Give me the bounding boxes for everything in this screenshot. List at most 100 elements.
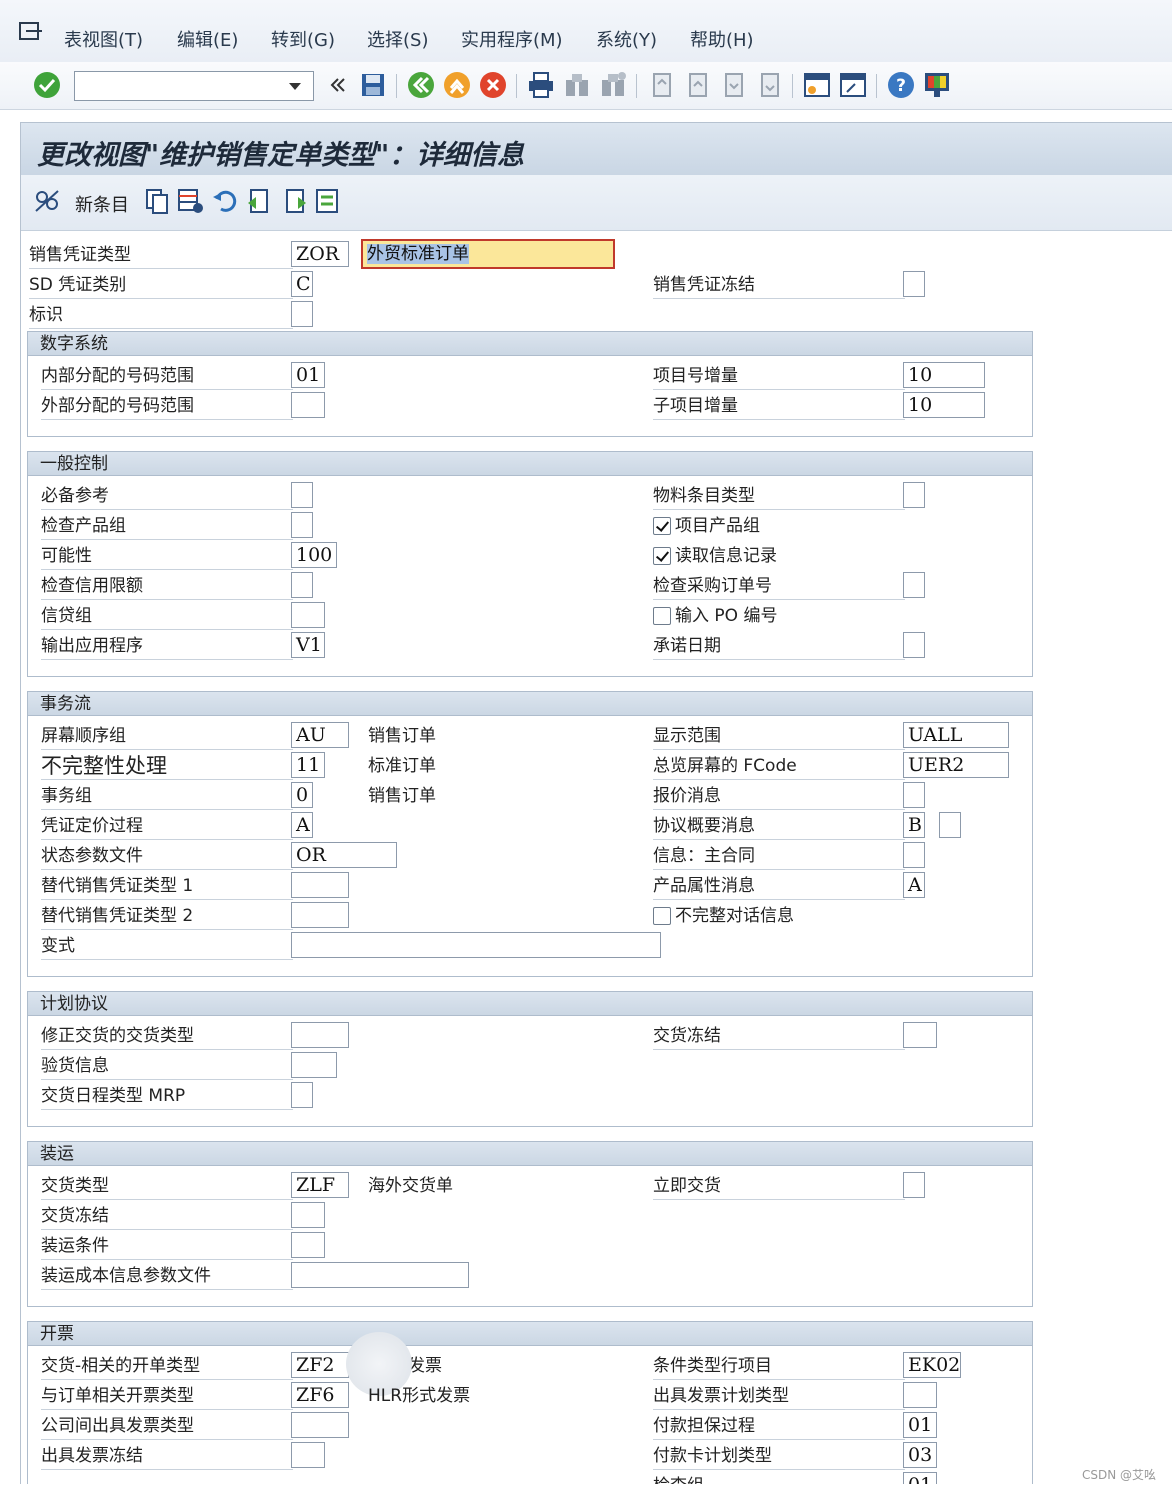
cancel-icon[interactable]	[478, 70, 508, 100]
prev-entry-icon[interactable]	[245, 187, 273, 215]
alt-doc-type-2-field[interactable]	[291, 902, 349, 928]
chevron-down-icon[interactable]	[289, 83, 301, 90]
info-record-checkbox[interactable]	[653, 547, 671, 565]
menu-table-view[interactable]: 表视图(T)	[64, 26, 143, 52]
delete-icon[interactable]	[177, 187, 205, 215]
save-icon[interactable]	[358, 70, 388, 100]
doc-type-field[interactable]: ZOR	[291, 241, 349, 267]
shipping-title: 装运	[28, 1142, 1032, 1166]
immediate-delivery-field[interactable]	[903, 1172, 925, 1198]
status-profile-field[interactable]: OR	[291, 842, 397, 868]
menu-utilities[interactable]: 实用程序(M)	[461, 26, 563, 52]
check-icon[interactable]	[32, 70, 62, 100]
general-control-title: 一般控制	[28, 452, 1032, 476]
help-icon[interactable]: ?	[886, 70, 916, 100]
master-contract-field[interactable]	[903, 842, 925, 868]
alt-doc-type-1-field[interactable]	[291, 872, 349, 898]
print-icon[interactable]	[526, 70, 556, 100]
find-next-icon[interactable]	[598, 70, 628, 100]
delivery-billing-type-field[interactable]: ZF2	[291, 1352, 349, 1378]
item-division-checkbox[interactable]	[653, 517, 671, 535]
inspection-info-field[interactable]	[291, 1052, 337, 1078]
screen-sequence-desc: 销售订单	[368, 726, 436, 746]
pricing-procedure-field[interactable]: A	[291, 812, 313, 838]
internal-range-field[interactable]: 01	[291, 362, 325, 388]
order-billing-type-field[interactable]: ZF6	[291, 1382, 349, 1408]
fcode-field[interactable]: UER2	[903, 752, 1009, 778]
screen-sequence-field[interactable]: AU	[291, 722, 349, 748]
billing-block-field[interactable]	[291, 1442, 325, 1468]
menu-icon[interactable]	[18, 20, 44, 44]
exit-icon[interactable]	[442, 70, 472, 100]
reference-mandatory-field[interactable]	[291, 482, 313, 508]
select-all-icon[interactable]	[313, 187, 341, 215]
new-session-icon[interactable]	[802, 70, 832, 100]
copy-icon[interactable]	[143, 187, 171, 215]
item-increment-field[interactable]: 10	[903, 362, 985, 388]
sd-category-field[interactable]: C	[291, 271, 313, 297]
output-app-field[interactable]: V1	[291, 632, 325, 658]
indicator-field[interactable]	[291, 301, 313, 327]
outline-msg-field-2[interactable]	[939, 812, 961, 838]
check-group-field[interactable]: 01	[903, 1472, 937, 1484]
billing-plan-type-field[interactable]	[903, 1382, 937, 1408]
doc-type-desc-text: 外贸标准订单	[367, 244, 469, 264]
payment-guarantee-field[interactable]: 01	[903, 1412, 937, 1438]
undo-icon[interactable]	[211, 187, 239, 215]
shipping-conditions-field[interactable]	[291, 1232, 325, 1258]
commit-date-field[interactable]	[903, 632, 925, 658]
command-field[interactable]	[74, 71, 314, 101]
prev-page-icon[interactable]	[682, 70, 712, 100]
condition-type-field[interactable]: EK02	[903, 1352, 961, 1378]
material-entry-type-field[interactable]	[903, 482, 925, 508]
variant-field[interactable]	[291, 932, 661, 958]
product-attr-msg-field[interactable]: A	[903, 872, 925, 898]
correction-delivery-type-field[interactable]	[291, 1022, 349, 1048]
check-po-field[interactable]	[903, 572, 925, 598]
standard-toolbar: ?	[0, 62, 1172, 110]
transaction-group-label: 事务组	[41, 782, 293, 810]
doc-type-desc-field[interactable]: 外贸标准订单	[361, 239, 615, 269]
find-icon[interactable]	[562, 70, 592, 100]
doc-block-field[interactable]	[903, 271, 925, 297]
menu-selection[interactable]: 选择(S)	[367, 26, 428, 52]
intercompany-billing-type-field[interactable]	[291, 1412, 349, 1438]
menu-goto[interactable]: 转到(G)	[271, 26, 335, 52]
quotation-msg-field[interactable]	[903, 782, 925, 808]
transaction-group-field[interactable]: 0	[291, 782, 313, 808]
first-page-icon[interactable]	[646, 70, 676, 100]
menu-edit[interactable]: 编辑(E)	[177, 26, 238, 52]
delivery-type-field[interactable]: ZLF	[291, 1172, 349, 1198]
check-division-field[interactable]	[291, 512, 313, 538]
credit-group-field[interactable]	[291, 602, 325, 628]
incomplete-dialog-checkbox[interactable]	[653, 907, 671, 925]
shipment-cost-profile-field[interactable]	[291, 1262, 469, 1288]
last-page-icon[interactable]	[754, 70, 784, 100]
delivery-block-field[interactable]	[903, 1022, 937, 1048]
outline-msg-field[interactable]: B	[903, 812, 925, 838]
probability-field[interactable]: 100	[291, 542, 337, 568]
subitem-increment-field[interactable]: 10	[903, 392, 985, 418]
menu-help[interactable]: 帮助(H)	[690, 26, 754, 52]
enter-po-checkbox[interactable]	[653, 607, 671, 625]
back-icon[interactable]	[406, 70, 436, 100]
external-range-field[interactable]	[291, 392, 325, 418]
new-entries-button[interactable]: 新条目	[75, 191, 129, 217]
next-page-icon[interactable]	[718, 70, 748, 100]
mrp-schedule-type-field[interactable]	[291, 1082, 313, 1108]
display-change-icon[interactable]	[33, 187, 61, 215]
next-entry-icon[interactable]	[281, 187, 309, 215]
menu-system[interactable]: 系统(Y)	[596, 26, 657, 52]
billing-group: 开票 交货-相关的开单类型 ZF2 发票 与订单相关开票类型 ZF6 HLR形式…	[27, 1321, 1033, 1484]
indicator-label: 标识	[29, 301, 293, 329]
credit-check-field[interactable]	[291, 572, 313, 598]
collapse-icon[interactable]	[322, 70, 352, 100]
incompletion-field[interactable]: 11	[291, 752, 325, 778]
shipping-delivery-block-field[interactable]	[291, 1202, 325, 1228]
display-range-field[interactable]: UALL	[903, 722, 1009, 748]
layout-icon[interactable]	[922, 70, 952, 100]
shortcut-icon[interactable]	[838, 70, 868, 100]
shipping-delivery-block-label: 交货冻结	[41, 1202, 293, 1230]
payment-card-plan-field[interactable]: 03	[903, 1442, 937, 1468]
shipping-group: 装运 交货类型 ZLF 海外交货单 交货冻结 装运条件 装运成本信息参数文件 立…	[27, 1141, 1033, 1307]
